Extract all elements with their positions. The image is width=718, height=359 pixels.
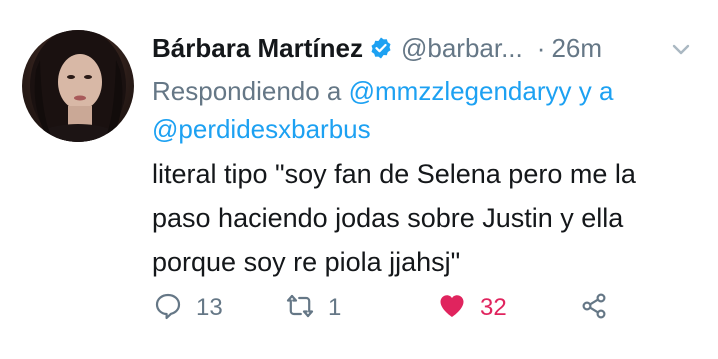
separator-dot: ·	[536, 32, 546, 63]
tweet-header: Bárbara Martínez @barbar... · 26m	[152, 28, 692, 68]
retweet-button[interactable]: 1	[286, 290, 341, 326]
heart-icon	[438, 292, 466, 325]
chevron-down-icon[interactable]	[670, 38, 692, 60]
like-count: 32	[480, 294, 507, 321]
author-name[interactable]: Bárbara Martínez	[152, 33, 363, 64]
avatar[interactable]	[22, 30, 134, 142]
like-button[interactable]: 32	[438, 290, 507, 326]
share-button[interactable]	[580, 290, 608, 326]
reply-count: 13	[196, 294, 223, 321]
tweet-text: literal tipo "soy fan de Selena pero me …	[152, 159, 636, 277]
reply-icon	[154, 292, 182, 325]
retweet-count: 1	[328, 294, 342, 321]
author-handle[interactable]: @barbar...	[401, 33, 523, 64]
reply-prefix: Respondiendo a	[152, 76, 349, 106]
reply-button[interactable]: 13	[154, 290, 223, 326]
reply-joiner: y a	[571, 76, 614, 106]
retweet-icon	[286, 292, 314, 325]
tweet-card[interactable]: Bárbara Martínez @barbar... · 26m Respon…	[0, 0, 718, 359]
reply-mention-1[interactable]: @mmzzlegendaryy	[349, 76, 572, 106]
share-icon	[580, 292, 608, 325]
reply-context: Respondiendo a @mmzzlegendaryy y a @perd…	[152, 72, 692, 148]
timestamp[interactable]: 26m	[551, 33, 602, 64]
reply-mention-2[interactable]: @perdidesxbarbus	[152, 114, 371, 144]
action-bar: 13 1 32	[152, 290, 632, 326]
verified-badge-icon	[369, 36, 393, 60]
